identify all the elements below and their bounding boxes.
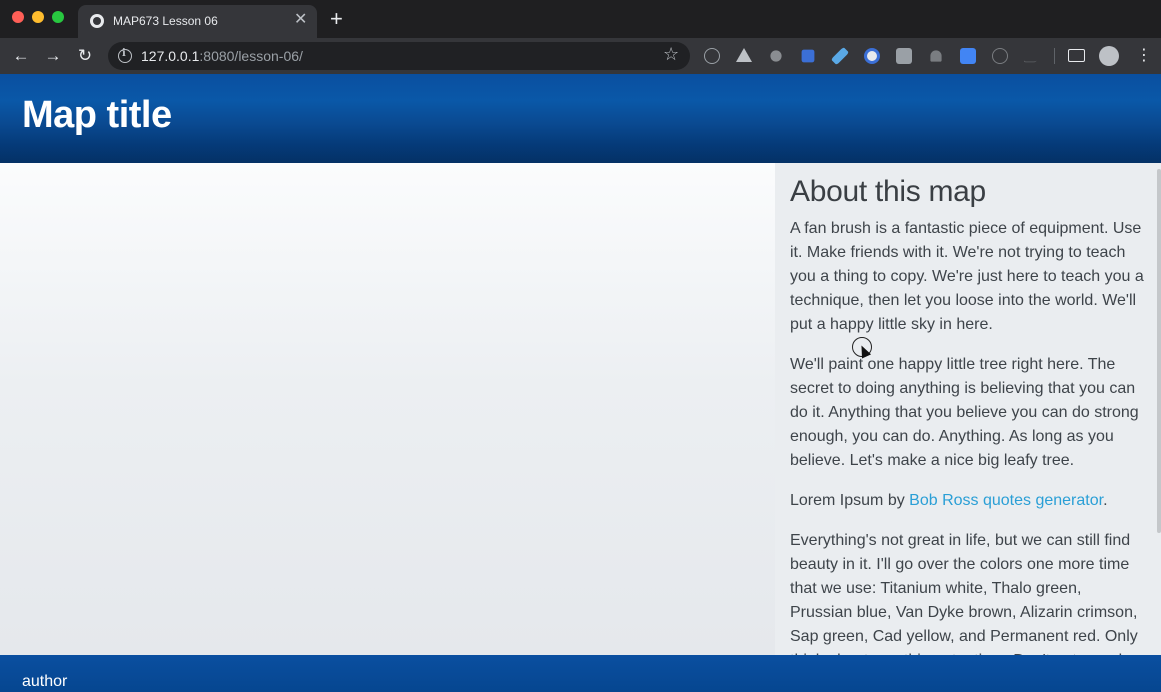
site-footer: author <box>0 655 1161 692</box>
back-icon[interactable]: ← <box>9 44 33 68</box>
browser-tab-bar: MAP673 Lesson 06 ✕ + <box>0 0 1161 38</box>
paw-icon[interactable] <box>770 50 782 62</box>
site-header: Map title <box>0 74 1161 163</box>
paragraph-colors: Everything's not great in life, but we c… <box>790 532 1138 655</box>
generator-link[interactable]: Bob Ross quotes generator <box>909 492 1103 509</box>
bookmark-star-icon[interactable]: ☆ <box>663 44 679 65</box>
credit-line: Lorem Ipsum by Bob Ross quotes generator… <box>790 489 1147 513</box>
url-host: 127.0.0.1 <box>141 48 200 64</box>
drive-icon[interactable] <box>736 48 752 62</box>
cast-icon[interactable] <box>1068 49 1085 62</box>
new-tab-icon[interactable]: + <box>330 8 343 30</box>
globe-icon <box>90 14 104 28</box>
translate-icon[interactable] <box>960 48 976 64</box>
info-circle-icon[interactable] <box>992 48 1008 64</box>
profile-avatar[interactable] <box>1099 46 1119 66</box>
page-title: Map title <box>22 94 172 136</box>
screen-icon[interactable] <box>896 48 912 64</box>
about-sidebar[interactable]: About this map A fan brush is a fantasti… <box>775 163 1161 655</box>
url-text[interactable]: 127.0.0.1:8080/lesson-06/ <box>141 48 303 64</box>
sync-icon[interactable] <box>704 48 720 64</box>
toolbar-divider <box>1054 48 1055 64</box>
browser-toolbar: ← → ↻ 127.0.0.1:8080/lesson-06/ ☆ ⋮ <box>0 38 1161 74</box>
credit-suffix: . <box>1103 492 1108 509</box>
web-page: Map title About this map A fan brush is … <box>0 74 1161 692</box>
more-menu-icon[interactable]: ⋮ <box>1136 46 1152 66</box>
address-bar[interactable]: 127.0.0.1:8080/lesson-06/ ☆ <box>108 42 690 70</box>
m-icon[interactable] <box>1023 49 1041 63</box>
close-window-button[interactable] <box>12 11 24 23</box>
browser-tab[interactable]: MAP673 Lesson 06 ✕ <box>78 5 317 38</box>
paragraph-happy-tree: We'll paint one happy little tree right … <box>790 356 1139 469</box>
pen-icon[interactable] <box>830 46 850 66</box>
url-path: :8080/lesson-06/ <box>199 48 303 64</box>
tab-close-icon[interactable]: ✕ <box>294 11 307 29</box>
lens-icon[interactable] <box>864 48 880 64</box>
sidebar-heading: About this map <box>790 175 986 208</box>
credit-prefix: Lorem Ipsum by <box>790 492 910 509</box>
reload-icon[interactable]: ↻ <box>73 44 97 68</box>
zoom-window-button[interactable] <box>52 11 64 23</box>
paragraph-fan-brush: A fan brush is a fantastic piece of equi… <box>790 220 1144 333</box>
forward-icon[interactable]: → <box>41 44 65 68</box>
footer-author: author <box>22 673 68 690</box>
bookmark-icon[interactable] <box>801 49 815 63</box>
map-container[interactable] <box>0 163 775 655</box>
minimize-window-button[interactable] <box>32 11 44 23</box>
site-info-icon[interactable] <box>118 48 132 63</box>
flame-icon[interactable] <box>930 50 942 62</box>
sidebar-scrollbar[interactable] <box>1157 169 1161 533</box>
tab-title: MAP673 Lesson 06 <box>113 14 218 28</box>
